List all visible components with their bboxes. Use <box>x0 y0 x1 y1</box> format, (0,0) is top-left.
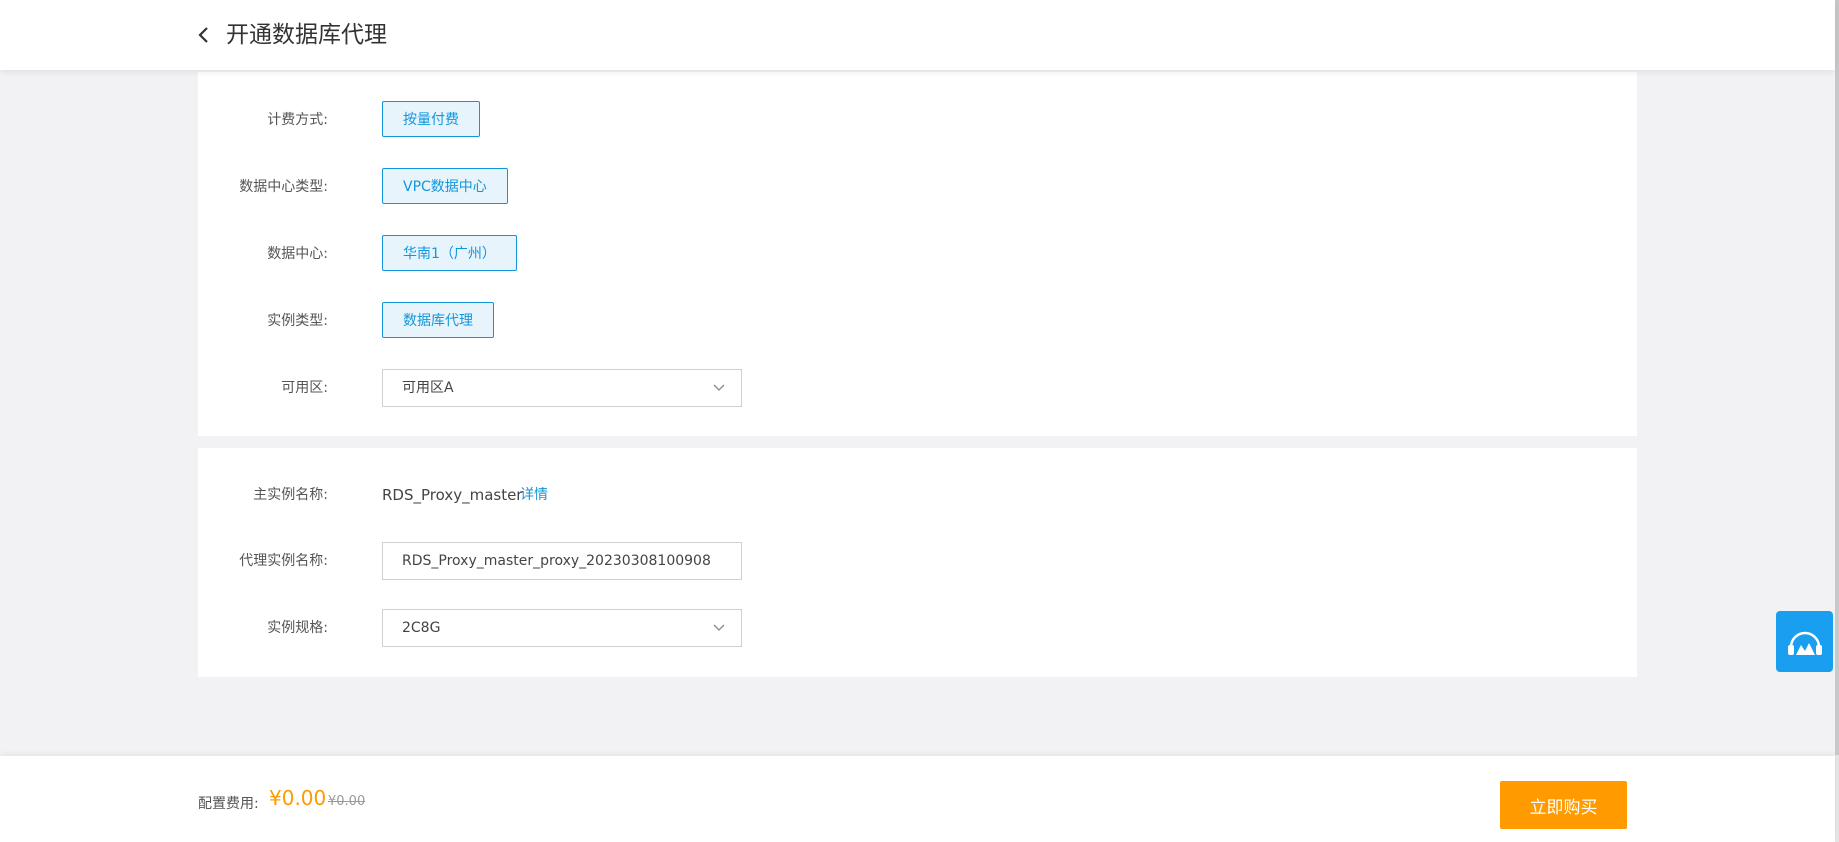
fee-label: 配置费用: <box>198 796 259 812</box>
dc-label: 数据中心: <box>267 246 328 262</box>
master-label: 主实例名称: <box>253 487 328 503</box>
buy-now-button[interactable]: 立即购买 <box>1500 781 1627 829</box>
instance-type-row: 实例类型: 数据库代理 <box>198 302 1637 340</box>
billing-row: 计费方式: 按量付费 <box>198 101 1637 139</box>
billing-label: 计费方式: <box>267 112 328 128</box>
zone-label: 可用区: <box>281 380 328 396</box>
chevron-down-icon <box>713 624 725 631</box>
customer-service-icon <box>1788 631 1822 655</box>
dc-type-label: 数据中心类型: <box>239 179 328 195</box>
spec-select[interactable]: 2C8G <box>382 609 742 647</box>
chevron-left-icon[interactable] <box>196 25 212 45</box>
chevron-down-icon <box>713 384 725 391</box>
zone-select[interactable]: 可用区A <box>382 369 742 407</box>
page-title: 开通数据库代理 <box>226 22 387 48</box>
proxy-name-input[interactable] <box>382 542 742 580</box>
page-scrollbar[interactable] <box>1835 0 1839 842</box>
master-row: 主实例名称: RDS_Proxy_master 详情 <box>198 476 1637 514</box>
billing-option-button[interactable]: 按量付费 <box>382 101 480 137</box>
fee-value: ¥0.00 <box>269 786 327 810</box>
zone-select-value: 可用区A <box>402 380 454 396</box>
master-name: RDS_Proxy_master <box>382 486 523 504</box>
dc-type-row: 数据中心类型: VPC数据中心 <box>198 168 1637 206</box>
dc-option-button[interactable]: 华南1（广州） <box>382 235 517 271</box>
customer-service-button[interactable] <box>1776 611 1833 672</box>
spec-select-value: 2C8G <box>402 620 441 636</box>
spec-row: 实例规格: 2C8G <box>198 609 1637 647</box>
zone-row: 可用区: 可用区A <box>198 369 1637 407</box>
proxy-name-label: 代理实例名称: <box>239 553 328 569</box>
config-card: 计费方式: 按量付费 数据中心类型: VPC数据中心 数据中心: 华南1（广州）… <box>198 72 1637 436</box>
checkout-footer: 配置费用: ¥0.00 ¥0.00 立即购买 <box>0 756 1835 842</box>
page-header: 开通数据库代理 <box>0 0 1835 70</box>
scrollbar-thumb[interactable] <box>1835 0 1839 755</box>
spec-label: 实例规格: <box>267 620 328 636</box>
proxy-name-row: 代理实例名称: <box>198 542 1637 580</box>
instance-card: 主实例名称: RDS_Proxy_master 详情 代理实例名称: 实例规格:… <box>198 448 1637 677</box>
dc-row: 数据中心: 华南1（广州） <box>198 235 1637 273</box>
instance-type-option-button[interactable]: 数据库代理 <box>382 302 494 338</box>
dc-type-option-button[interactable]: VPC数据中心 <box>382 168 508 204</box>
fee-original-price: ¥0.00 <box>328 794 366 809</box>
detail-link[interactable]: 详情 <box>520 476 548 514</box>
instance-type-label: 实例类型: <box>267 313 328 329</box>
